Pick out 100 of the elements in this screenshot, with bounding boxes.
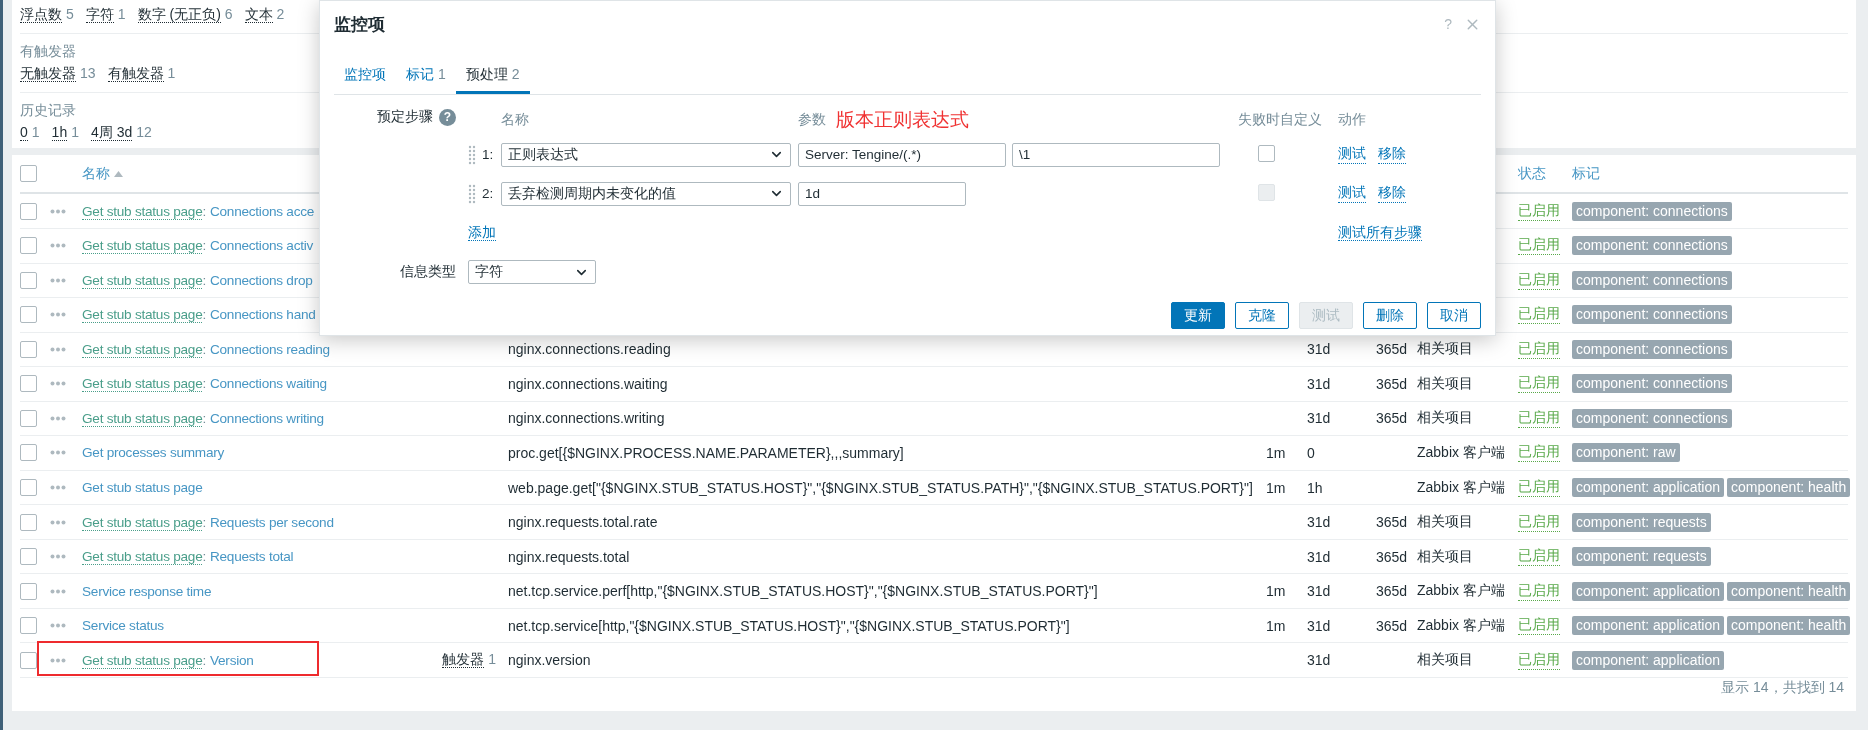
action-link[interactable]: 测试	[1338, 145, 1366, 164]
item-link[interactable]: Connections drop	[210, 272, 313, 288]
help-link[interactable]: ?	[1444, 16, 1452, 32]
more-icon[interactable]	[50, 415, 66, 421]
action-link[interactable]: 测试	[1338, 184, 1366, 203]
tab[interactable]: 监控项	[334, 66, 396, 94]
status-link[interactable]: 已启用	[1518, 616, 1560, 636]
more-icon[interactable]	[50, 657, 66, 663]
item-link[interactable]: Connections writing	[210, 410, 324, 426]
item-link[interactable]: Service response time	[82, 583, 212, 599]
step-type-select[interactable]: 丢弃检测周期内未变化的值	[501, 181, 791, 206]
item-link[interactable]: Requests total	[210, 549, 294, 565]
item-link[interactable]: Connections acce	[210, 203, 315, 219]
column-header[interactable]: 名称	[82, 164, 123, 183]
column-header[interactable]: 标记	[1572, 164, 1600, 183]
filter-link[interactable]: 浮点数	[20, 6, 62, 23]
dialog-button[interactable]: 克隆	[1235, 302, 1289, 329]
filter-link[interactable]: 1h	[51, 124, 68, 141]
history-text: 1h	[1307, 479, 1323, 496]
checkbox[interactable]	[20, 202, 37, 220]
more-icon[interactable]	[50, 450, 66, 456]
column-header: 名称	[501, 112, 529, 127]
item-link[interactable]: Service status	[82, 618, 164, 634]
more-icon[interactable]	[50, 381, 66, 387]
more-icon[interactable]	[50, 346, 66, 352]
item-link[interactable]: Requests per second	[210, 514, 334, 530]
checkbox[interactable]	[20, 513, 37, 531]
more-icon[interactable]	[50, 243, 66, 249]
filter-link[interactable]: 4周 3d	[90, 124, 133, 141]
column-header[interactable]: 状态	[1518, 164, 1546, 183]
checkbox[interactable]	[20, 651, 37, 669]
status-link[interactable]: 已启用	[1518, 581, 1560, 601]
drag-handle[interactable]	[468, 183, 476, 204]
action-link[interactable]: 移除	[1378, 184, 1406, 203]
status-link[interactable]: 已启用	[1518, 408, 1560, 428]
checkbox[interactable]	[20, 548, 37, 566]
checkbox[interactable]	[20, 409, 37, 427]
separator-text: :	[202, 549, 206, 565]
filter-link[interactable]: 0	[20, 124, 28, 141]
test-all-link[interactable]: 测试所有步骤	[1338, 224, 1422, 241]
item-link[interactable]: Connections waiting	[210, 376, 327, 392]
checkbox[interactable]	[20, 237, 37, 255]
more-icon[interactable]	[50, 623, 66, 629]
more-icon[interactable]	[50, 519, 66, 525]
info-type-select[interactable]: 字符	[468, 260, 596, 284]
dialog-button[interactable]: 删除	[1363, 302, 1417, 329]
param-input[interactable]: \1	[1012, 142, 1220, 167]
checkbox[interactable]	[20, 479, 37, 496]
checkbox[interactable]	[20, 165, 37, 183]
item-link[interactable]: Connections reading	[210, 341, 330, 357]
filter-link[interactable]: 文本	[244, 6, 273, 23]
checkbox[interactable]	[20, 340, 37, 358]
item-link[interactable]: Connections activ	[210, 238, 314, 254]
filter-link[interactable]: 无触发器	[20, 65, 76, 82]
tab[interactable]: 预处理 2	[455, 66, 530, 94]
item-link[interactable]: Get processes summary	[82, 445, 225, 461]
status-link[interactable]: 已启用	[1518, 650, 1560, 670]
separator-text: :	[202, 652, 206, 668]
status-link[interactable]: 已启用	[1518, 443, 1560, 463]
status-link[interactable]: 已启用	[1518, 512, 1560, 532]
checkbox[interactable]	[20, 375, 37, 393]
status-link[interactable]: 已启用	[1518, 270, 1560, 290]
status-link[interactable]: 已启用	[1518, 374, 1560, 394]
more-icon[interactable]	[50, 208, 66, 214]
item-link[interactable]: Version	[210, 652, 254, 668]
checkbox[interactable]	[20, 306, 37, 324]
more-icon[interactable]	[50, 554, 66, 560]
dialog-button[interactable]: 更新	[1171, 302, 1225, 329]
checkbox[interactable]	[20, 582, 37, 600]
status-link[interactable]: 已启用	[1518, 201, 1560, 221]
status-link[interactable]: 已启用	[1518, 547, 1560, 567]
item-link[interactable]: Get stub status page	[82, 480, 203, 495]
item-link[interactable]: Connections hand	[210, 307, 316, 323]
status-link[interactable]: 已启用	[1518, 236, 1560, 256]
filter-link[interactable]: 字符	[85, 6, 114, 23]
param-input[interactable]: 1d	[798, 181, 966, 206]
filter-link[interactable]: 有触发器	[107, 65, 164, 82]
filter-link[interactable]: 数字 (无正负)	[137, 6, 221, 23]
more-icon[interactable]	[50, 312, 66, 318]
tag: component: connections	[1572, 408, 1732, 428]
checkbox[interactable]	[20, 444, 37, 462]
more-icon[interactable]	[50, 277, 66, 283]
tab[interactable]: 标记 1	[396, 66, 456, 94]
checkbox[interactable]	[20, 617, 37, 635]
add-link[interactable]: 添加	[468, 224, 496, 241]
status-link[interactable]: 已启用	[1518, 305, 1560, 325]
checkbox[interactable]	[1258, 144, 1275, 162]
status-link[interactable]: 已启用	[1518, 478, 1560, 497]
step-type-select[interactable]: 正则表达式	[501, 142, 791, 167]
status-link[interactable]: 已启用	[1518, 339, 1560, 359]
more-icon[interactable]	[50, 485, 66, 490]
triggers-link[interactable]: 触发器	[442, 651, 485, 669]
param-input[interactable]: Server: Tengine/(.*)	[798, 142, 1006, 167]
drag-handle[interactable]	[468, 144, 476, 165]
more-icon[interactable]	[50, 588, 66, 594]
tag: component: connections	[1572, 374, 1732, 394]
action-link[interactable]: 移除	[1378, 145, 1406, 164]
dialog-button[interactable]: 取消	[1427, 302, 1481, 329]
help-icon[interactable]: ?	[439, 108, 456, 126]
checkbox[interactable]	[20, 271, 37, 289]
